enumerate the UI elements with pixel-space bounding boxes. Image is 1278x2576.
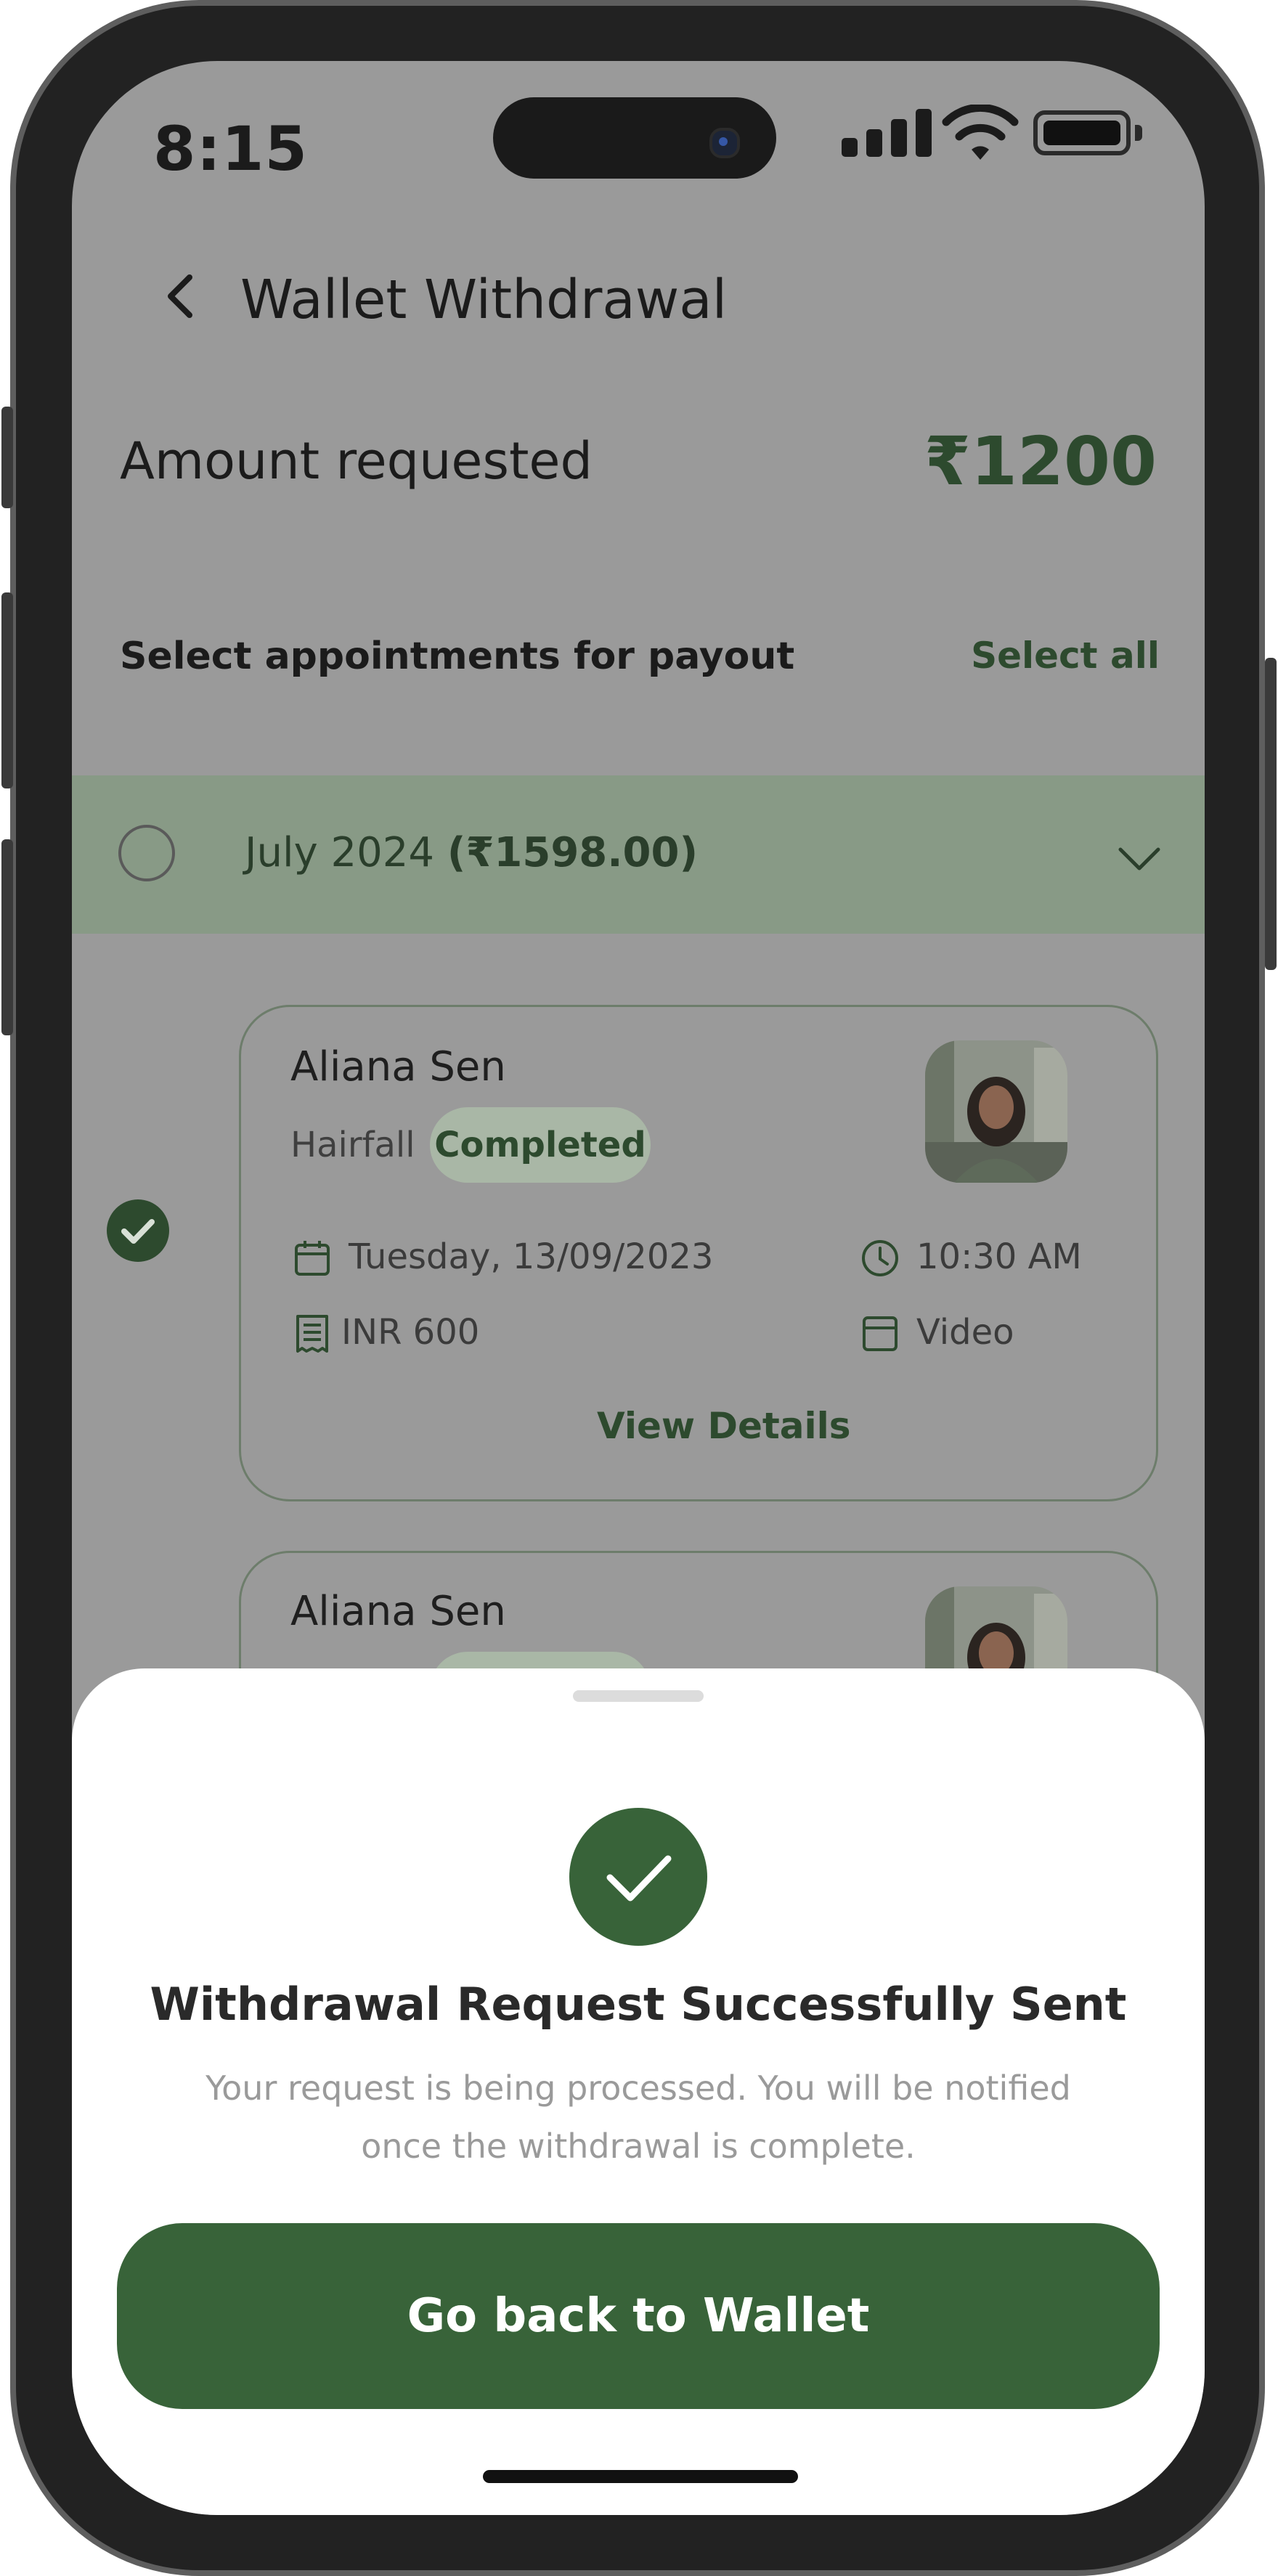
video-icon (863, 1316, 898, 1351)
month-name: July 2024 (245, 829, 435, 876)
success-description: Your request is being processed. You wil… (205, 2068, 1071, 2166)
wifi-icon (942, 105, 1019, 160)
amount-value: ₹1200 (924, 423, 1157, 500)
checkmark-icon (121, 1219, 155, 1244)
receipt-icon (296, 1315, 328, 1353)
front-camera (709, 128, 740, 158)
battery-cap (1135, 125, 1142, 141)
phone-power-button (1265, 658, 1277, 970)
cellular-signal-icon (842, 109, 936, 157)
status-time: 8:15 (153, 113, 308, 184)
phone-volume-up (1, 592, 13, 788)
section-label: Select appointments for payout (120, 635, 795, 678)
patient-name: Aliana Sen (290, 1043, 506, 1091)
battery-icon (1033, 110, 1131, 155)
sheet-drag-handle[interactable] (573, 1690, 704, 1702)
phone-action-button (1, 407, 13, 508)
month-select-radio[interactable] (118, 825, 175, 881)
home-indicator (483, 2470, 798, 2483)
phone-volume-down (1, 839, 13, 1035)
clock-icon (862, 1240, 898, 1276)
calendar-icon (295, 1241, 330, 1276)
checkmark-icon (606, 1855, 672, 1902)
chevron-down-icon[interactable] (1116, 835, 1163, 881)
success-title: Withdrawal Request Successfully Sent (150, 1978, 1127, 2031)
view-details-link[interactable]: View Details (597, 1405, 851, 1447)
select-all-button[interactable]: Select all (971, 635, 1160, 677)
success-check-badge (569, 1808, 707, 1946)
appointment-mode: Video (916, 1312, 1014, 1353)
screen: 8:15 Wallet Withdrawal Amount requested … (72, 61, 1205, 2515)
month-group-label: July 2024 (₹1598.00) (245, 829, 698, 876)
status-badge: Completed (430, 1107, 651, 1183)
patient-name: Aliana Sen (290, 1588, 506, 1635)
appointment-checkbox-checked[interactable] (107, 1199, 169, 1262)
appointment-fee: INR 600 (341, 1312, 480, 1353)
appointment-date: Tuesday, 13/09/2023 (349, 1236, 714, 1277)
page-title: Wallet Withdrawal (240, 269, 728, 331)
patient-avatar (925, 1040, 1067, 1183)
month-total: (₹1598.00) (447, 829, 699, 876)
appointment-concern: Hairfall (290, 1125, 415, 1165)
back-button[interactable] (153, 267, 211, 325)
amount-label: Amount requested (120, 431, 593, 491)
appointment-card[interactable]: Aliana Sen Hairfall Completed Tuesday, 1… (239, 1005, 1158, 1501)
go-back-to-wallet-button[interactable]: Go back to Wallet (117, 2223, 1160, 2409)
appointment-time: 10:30 AM (916, 1236, 1082, 1277)
